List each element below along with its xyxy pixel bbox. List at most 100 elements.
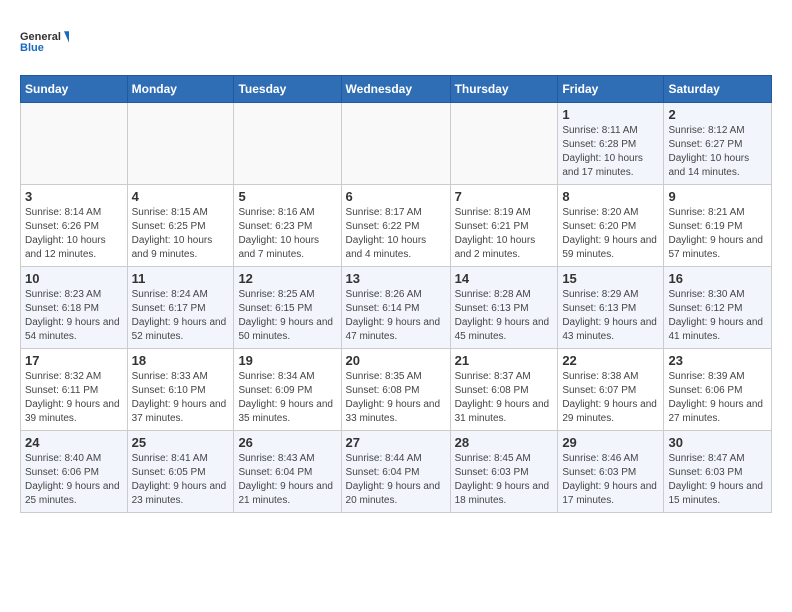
calendar-cell: 14Sunrise: 8:28 AM Sunset: 6:13 PM Dayli…: [450, 267, 558, 349]
calendar-cell: 12 Sunrise: 8:25 AM Sunset: 6:15 PM Dayli…: [234, 267, 341, 349]
calendar-cell: 13 Sunrise: 8:26 AM Sunset: 6:14 PM Dayli…: [341, 267, 450, 349]
day-info: Sunrise: 8:41 AM Sunset: 6:05 PM Dayligh…: [132, 452, 230, 508]
calendar-cell: 8Sunrise: 8:20 AM Sunset: 6:20 PM Daylig…: [558, 185, 664, 267]
day-number: 7: [455, 189, 554, 204]
calendar-row: 10 Sunrise: 8:23 AM Sunset: 6:18 PM Dayli…: [21, 267, 772, 349]
day-number: 6: [346, 189, 446, 204]
svg-text:General: General: [20, 31, 61, 43]
day-number: 25: [132, 435, 230, 450]
day-number: 18: [132, 353, 230, 368]
calendar-cell: 22 Sunrise: 8:38 AM Sunset: 6:07 PM Dayli…: [558, 349, 664, 431]
day-info: Sunrise: 8:26 AM Sunset: 6:14 PM Dayligh…: [346, 288, 446, 344]
day-info: Sunrise: 8:33 AM Sunset: 6:10 PM Dayligh…: [132, 370, 230, 426]
day-number: 10: [25, 271, 123, 286]
logo-icon: General Blue: [20, 20, 70, 65]
header-cell: Sunday: [21, 76, 128, 103]
day-info: Sunrise: 8:12 AM Sunset: 6:27 PM Dayligh…: [668, 124, 767, 180]
calendar-cell: 23Sunrise: 8:39 AM Sunset: 6:06 PM Dayli…: [664, 349, 772, 431]
calendar-cell: 6 Sunrise: 8:17 AM Sunset: 6:22 PM Daylig…: [341, 185, 450, 267]
day-info: Sunrise: 8:28 AM Sunset: 6:13 PM Dayligh…: [455, 288, 554, 344]
day-number: 30: [668, 435, 767, 450]
day-number: 4: [132, 189, 230, 204]
day-number: 29: [562, 435, 659, 450]
calendar-cell: 20 Sunrise: 8:35 AM Sunset: 6:08 PM Dayli…: [341, 349, 450, 431]
header-cell: Saturday: [664, 76, 772, 103]
header-cell: Monday: [127, 76, 234, 103]
calendar-cell: 26 Sunrise: 8:43 AM Sunset: 6:04 PM Dayli…: [234, 431, 341, 513]
calendar-body: 1 Sunrise: 8:11 AM Sunset: 6:28 PM Daylig…: [21, 103, 772, 513]
day-info: Sunrise: 8:46 AM Sunset: 6:03 PM Dayligh…: [562, 452, 659, 508]
logo: General Blue: [20, 20, 70, 65]
day-info: Sunrise: 8:29 AM Sunset: 6:13 PM Dayligh…: [562, 288, 659, 344]
calendar-cell: 19Sunrise: 8:34 AM Sunset: 6:09 PM Dayli…: [234, 349, 341, 431]
calendar-header: SundayMondayTuesdayWednesdayThursdayFrid…: [21, 76, 772, 103]
day-info: Sunrise: 8:39 AM Sunset: 6:06 PM Dayligh…: [668, 370, 767, 426]
calendar-cell: 9 Sunrise: 8:21 AM Sunset: 6:19 PM Daylig…: [664, 185, 772, 267]
day-info: Sunrise: 8:17 AM Sunset: 6:22 PM Dayligh…: [346, 206, 446, 262]
day-info: Sunrise: 8:43 AM Sunset: 6:04 PM Dayligh…: [238, 452, 336, 508]
day-number: 5: [238, 189, 336, 204]
day-number: 12: [238, 271, 336, 286]
calendar-cell: 5Sunrise: 8:16 AM Sunset: 6:23 PM Daylig…: [234, 185, 341, 267]
calendar-cell: [341, 103, 450, 185]
day-info: Sunrise: 8:44 AM Sunset: 6:04 PM Dayligh…: [346, 452, 446, 508]
day-info: Sunrise: 8:32 AM Sunset: 6:11 PM Dayligh…: [25, 370, 123, 426]
calendar-cell: [127, 103, 234, 185]
header-cell: Tuesday: [234, 76, 341, 103]
calendar-cell: 18 Sunrise: 8:33 AM Sunset: 6:10 PM Dayli…: [127, 349, 234, 431]
day-number: 15: [562, 271, 659, 286]
day-number: 17: [25, 353, 123, 368]
day-info: Sunrise: 8:23 AM Sunset: 6:18 PM Dayligh…: [25, 288, 123, 344]
calendar-cell: 10 Sunrise: 8:23 AM Sunset: 6:18 PM Dayli…: [21, 267, 128, 349]
calendar-cell: 7 Sunrise: 8:19 AM Sunset: 6:21 PM Daylig…: [450, 185, 558, 267]
calendar-row: 17 Sunrise: 8:32 AM Sunset: 6:11 PM Dayli…: [21, 349, 772, 431]
day-info: Sunrise: 8:19 AM Sunset: 6:21 PM Dayligh…: [455, 206, 554, 262]
calendar-cell: [450, 103, 558, 185]
day-info: Sunrise: 8:38 AM Sunset: 6:07 PM Dayligh…: [562, 370, 659, 426]
header-cell: Wednesday: [341, 76, 450, 103]
day-number: 3: [25, 189, 123, 204]
day-info: Sunrise: 8:20 AM Sunset: 6:20 PM Dayligh…: [562, 206, 659, 262]
day-number: 22: [562, 353, 659, 368]
calendar-row: 1 Sunrise: 8:11 AM Sunset: 6:28 PM Daylig…: [21, 103, 772, 185]
day-info: Sunrise: 8:30 AM Sunset: 6:12 PM Dayligh…: [668, 288, 767, 344]
calendar-cell: 27Sunrise: 8:44 AM Sunset: 6:04 PM Dayli…: [341, 431, 450, 513]
day-info: Sunrise: 8:25 AM Sunset: 6:15 PM Dayligh…: [238, 288, 336, 344]
day-info: Sunrise: 8:11 AM Sunset: 6:28 PM Dayligh…: [562, 124, 659, 180]
calendar-cell: [21, 103, 128, 185]
header-cell: Thursday: [450, 76, 558, 103]
day-number: 11: [132, 271, 230, 286]
day-info: Sunrise: 8:40 AM Sunset: 6:06 PM Dayligh…: [25, 452, 123, 508]
header-cell: Friday: [558, 76, 664, 103]
calendar-cell: 11 Sunrise: 8:24 AM Sunset: 6:17 PM Dayli…: [127, 267, 234, 349]
day-number: 24: [25, 435, 123, 450]
day-number: 1: [562, 107, 659, 122]
day-info: Sunrise: 8:45 AM Sunset: 6:03 PM Dayligh…: [455, 452, 554, 508]
day-info: Sunrise: 8:14 AM Sunset: 6:26 PM Dayligh…: [25, 206, 123, 262]
day-number: 28: [455, 435, 554, 450]
day-info: Sunrise: 8:24 AM Sunset: 6:17 PM Dayligh…: [132, 288, 230, 344]
day-number: 26: [238, 435, 336, 450]
day-info: Sunrise: 8:35 AM Sunset: 6:08 PM Dayligh…: [346, 370, 446, 426]
calendar-row: 24 Sunrise: 8:40 AM Sunset: 6:06 PM Dayli…: [21, 431, 772, 513]
day-info: Sunrise: 8:15 AM Sunset: 6:25 PM Dayligh…: [132, 206, 230, 262]
calendar-cell: 28 Sunrise: 8:45 AM Sunset: 6:03 PM Dayli…: [450, 431, 558, 513]
day-number: 9: [668, 189, 767, 204]
day-info: Sunrise: 8:21 AM Sunset: 6:19 PM Dayligh…: [668, 206, 767, 262]
day-info: Sunrise: 8:37 AM Sunset: 6:08 PM Dayligh…: [455, 370, 554, 426]
calendar-cell: 3 Sunrise: 8:14 AM Sunset: 6:26 PM Daylig…: [21, 185, 128, 267]
calendar-cell: [234, 103, 341, 185]
calendar-cell: 4 Sunrise: 8:15 AM Sunset: 6:25 PM Daylig…: [127, 185, 234, 267]
day-number: 13: [346, 271, 446, 286]
page-header: General Blue: [20, 20, 772, 65]
calendar-cell: 30 Sunrise: 8:47 AM Sunset: 6:03 PM Dayli…: [664, 431, 772, 513]
day-number: 16: [668, 271, 767, 286]
day-number: 20: [346, 353, 446, 368]
svg-text:Blue: Blue: [20, 42, 44, 54]
calendar-row: 3 Sunrise: 8:14 AM Sunset: 6:26 PM Daylig…: [21, 185, 772, 267]
header-row: SundayMondayTuesdayWednesdayThursdayFrid…: [21, 76, 772, 103]
day-info: Sunrise: 8:47 AM Sunset: 6:03 PM Dayligh…: [668, 452, 767, 508]
calendar-cell: 21Sunrise: 8:37 AM Sunset: 6:08 PM Dayli…: [450, 349, 558, 431]
day-info: Sunrise: 8:34 AM Sunset: 6:09 PM Dayligh…: [238, 370, 336, 426]
calendar-cell: 2Sunrise: 8:12 AM Sunset: 6:27 PM Daylig…: [664, 103, 772, 185]
